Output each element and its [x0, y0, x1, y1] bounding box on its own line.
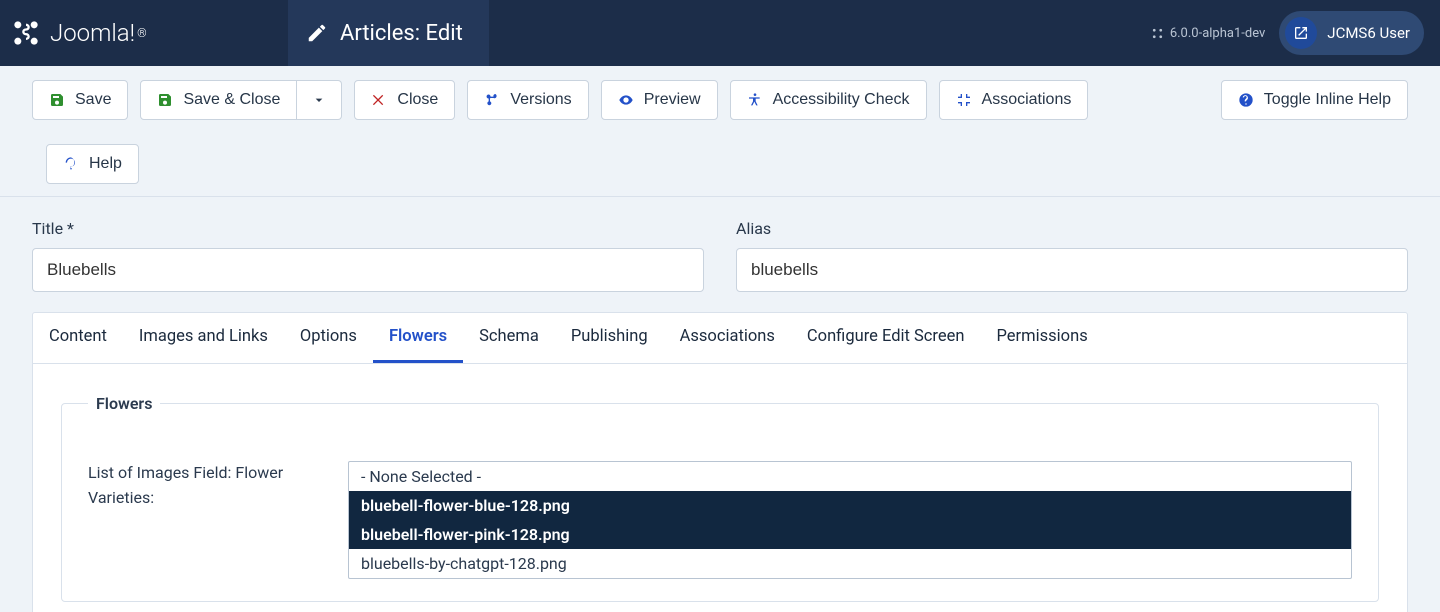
accessibility-icon: [747, 92, 763, 108]
save-close-button[interactable]: Save & Close: [140, 80, 297, 120]
pencil-icon: [306, 22, 328, 44]
tab-body-flowers: Flowers List of Images Field: Flower Var…: [33, 364, 1407, 612]
tab-publishing[interactable]: Publishing: [555, 313, 664, 363]
user-menu[interactable]: JCMS6 User: [1279, 11, 1424, 55]
save-icon: [49, 92, 65, 108]
tab-schema[interactable]: Schema: [463, 313, 555, 363]
flowers-group: Flowers List of Images Field: Flower Var…: [61, 394, 1379, 602]
save-icon: [157, 92, 173, 108]
user-name: JCMS6 User: [1327, 24, 1410, 42]
brand-text: Joomla!: [50, 19, 135, 47]
tab-content[interactable]: Content: [33, 313, 123, 363]
title-field: Title *: [32, 219, 704, 292]
associations-button[interactable]: Associations: [939, 80, 1089, 120]
eye-icon: [618, 92, 634, 108]
close-icon: [371, 92, 387, 108]
tab-images-and-links[interactable]: Images and Links: [123, 313, 284, 363]
alias-field: Alias: [736, 219, 1408, 292]
chevron-down-icon: [311, 92, 327, 108]
joomla-mini-icon: [1151, 27, 1164, 40]
alias-input[interactable]: [736, 248, 1408, 292]
toggle-inline-help-button[interactable]: Toggle Inline Help: [1221, 80, 1408, 120]
versions-button[interactable]: Versions: [467, 80, 588, 120]
flowers-legend: Flowers: [88, 394, 160, 413]
title-label: Title *: [32, 219, 704, 238]
help-circle-icon: [1238, 92, 1254, 108]
save-button[interactable]: Save: [32, 80, 128, 120]
flower-varieties-listbox[interactable]: - None Selected -bluebell-flower-blue-12…: [348, 461, 1352, 579]
listbox-option[interactable]: bluebell-flower-blue-128.png: [349, 491, 1351, 520]
tabs: ContentImages and LinksOptionsFlowersSch…: [33, 313, 1407, 364]
question-icon: [63, 156, 79, 172]
accessibility-button[interactable]: Accessibility Check: [730, 80, 927, 120]
joomla-logo-icon: [12, 19, 40, 47]
save-close-group: Save & Close: [140, 80, 342, 120]
tab-options[interactable]: Options: [284, 313, 373, 363]
contract-icon: [956, 92, 972, 108]
page-title-bar: Articles: Edit: [288, 0, 489, 66]
tab-configure-edit-screen[interactable]: Configure Edit Screen: [791, 313, 981, 363]
top-right: 6.0.0-alpha1-dev JCMS6 User: [1151, 0, 1440, 66]
close-button[interactable]: Close: [354, 80, 455, 120]
save-close-dropdown[interactable]: [297, 80, 342, 120]
external-link-icon: [1285, 17, 1317, 49]
edit-panel: ContentImages and LinksOptionsFlowersSch…: [32, 312, 1408, 612]
tab-flowers[interactable]: Flowers: [373, 313, 463, 363]
tab-permissions[interactable]: Permissions: [981, 313, 1104, 363]
preview-button[interactable]: Preview: [601, 80, 718, 120]
branch-icon: [484, 92, 500, 108]
alias-label: Alias: [736, 219, 1408, 238]
listbox-option[interactable]: bluebell-flower-pink-128.png: [349, 520, 1351, 549]
top-bar: Joomla!® Articles: Edit 6.0.0-alpha1-dev…: [0, 0, 1440, 66]
listbox-option[interactable]: - None Selected -: [349, 462, 1351, 491]
toolbar: Save Save & Close Close Versions Preview…: [0, 66, 1440, 197]
title-alias-row: Title * Alias: [0, 197, 1440, 312]
version-badge[interactable]: 6.0.0-alpha1-dev: [1151, 26, 1265, 41]
brand: Joomla!®: [0, 0, 288, 66]
page-title: Articles: Edit: [340, 21, 463, 46]
listbox-option[interactable]: bluebells-by-chatgpt-128.png: [349, 549, 1351, 578]
help-button[interactable]: Help: [46, 144, 139, 184]
version-text: 6.0.0-alpha1-dev: [1170, 26, 1265, 41]
title-input[interactable]: [32, 248, 704, 292]
flowers-field-label: List of Images Field: Flower Varieties:: [88, 461, 318, 579]
tab-associations[interactable]: Associations: [664, 313, 791, 363]
